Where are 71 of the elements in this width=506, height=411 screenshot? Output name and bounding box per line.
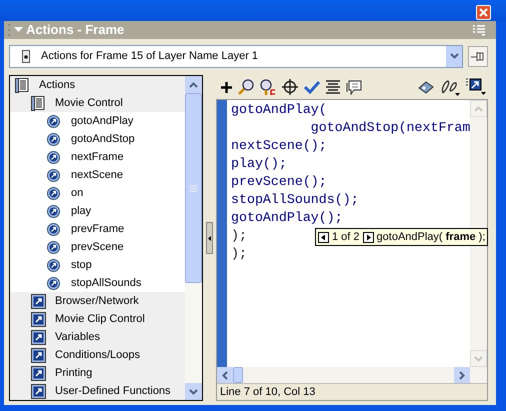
category-item[interactable]: Conditions/Loops — [10, 346, 185, 364]
scroll-thumb[interactable] — [185, 93, 202, 283]
target-value: Actions for Frame 15 of Layer Name Layer 1 — [41, 48, 258, 64]
code-line: stopAllSounds(); — [231, 191, 359, 209]
close-button[interactable] — [476, 5, 491, 20]
action-icon — [47, 240, 60, 254]
scroll-down-button[interactable] — [470, 350, 488, 367]
action-icon — [47, 258, 60, 272]
action-icon — [47, 186, 60, 200]
find-replace-icon[interactable] — [260, 78, 276, 96]
close-icon — [479, 8, 488, 17]
target-dropdown[interactable]: Actions for Frame 15 of Layer Name Layer 1 — [9, 44, 464, 68]
chevron-down-icon — [474, 356, 484, 362]
code-line: prevScene(); — [231, 173, 327, 191]
code-line: ); — [231, 245, 247, 263]
checkmark-icon[interactable] — [304, 80, 320, 94]
frame-icon — [22, 50, 30, 62]
category-item[interactable]: Browser/Network — [10, 292, 185, 310]
splitter-handle[interactable] — [206, 222, 213, 254]
open-book-icon — [15, 78, 30, 92]
pin-icon — [470, 50, 486, 62]
view-options-icon[interactable] — [466, 78, 486, 96]
grip-icon — [190, 184, 197, 192]
speech-bubble-icon[interactable] — [346, 80, 362, 94]
action-icon — [47, 150, 60, 164]
scroll-up-button[interactable] — [185, 76, 202, 93]
hint-counter: 1 of 2 — [332, 230, 360, 245]
scroll-right-button[interactable] — [454, 367, 470, 383]
category-item[interactable]: Variables — [10, 328, 185, 346]
open-book-icon — [31, 96, 46, 110]
action-icon — [47, 132, 60, 146]
category-item[interactable]: Actions — [10, 76, 185, 94]
crosshair-icon[interactable] — [282, 79, 298, 95]
action-icon — [47, 114, 60, 128]
search-icon[interactable] — [238, 79, 254, 95]
code-line: play(); — [231, 155, 287, 173]
scroll-left-button[interactable] — [217, 367, 233, 383]
menu-icon[interactable] — [473, 24, 486, 36]
action-icon — [47, 222, 60, 236]
vertical-scrollbar[interactable] — [185, 76, 202, 400]
action-icon — [47, 168, 60, 182]
dropdown-arrow-button[interactable] — [446, 46, 462, 66]
format-lines-icon[interactable] — [326, 80, 340, 94]
triangle-left-icon — [208, 236, 211, 240]
category-item[interactable]: Printing — [10, 364, 185, 382]
code-line: gotoAndPlay( — [231, 101, 327, 119]
category-item[interactable]: Movie Clip Control — [10, 310, 185, 328]
plus-icon[interactable] — [221, 82, 232, 92]
chevron-up-icon — [474, 106, 484, 112]
code-line: gotoAndStop(nextFram — [310, 119, 470, 137]
chevron-down-icon — [189, 388, 198, 394]
panel-title: Actions - Frame — [26, 21, 124, 40]
chevron-down-icon — [450, 53, 459, 59]
status-text: Line 7 of 10, Col 13 — [220, 384, 316, 400]
action-icon — [47, 204, 60, 218]
pin-button[interactable] — [468, 46, 488, 66]
collapse-triangle-icon[interactable] — [14, 27, 23, 33]
scroll-thumb[interactable] — [233, 367, 243, 383]
category-item[interactable]: User-Defined Functions — [10, 382, 185, 400]
horizontal-scrollbar[interactable] — [217, 367, 488, 383]
category-item[interactable]: Movie Control — [10, 94, 185, 112]
code-line: ); — [231, 227, 247, 245]
chevron-left-icon — [222, 370, 228, 380]
scroll-down-button[interactable] — [185, 383, 202, 400]
hint-signature: gotoAndPlay( frame ); — [376, 230, 486, 245]
code-line: nextScene(); — [231, 137, 327, 155]
code-line: gotoAndPlay(); — [231, 209, 343, 227]
chevron-right-icon — [459, 370, 466, 380]
chevron-up-icon — [189, 82, 198, 88]
grip-icon — [8, 24, 11, 36]
action-icon — [47, 276, 60, 290]
